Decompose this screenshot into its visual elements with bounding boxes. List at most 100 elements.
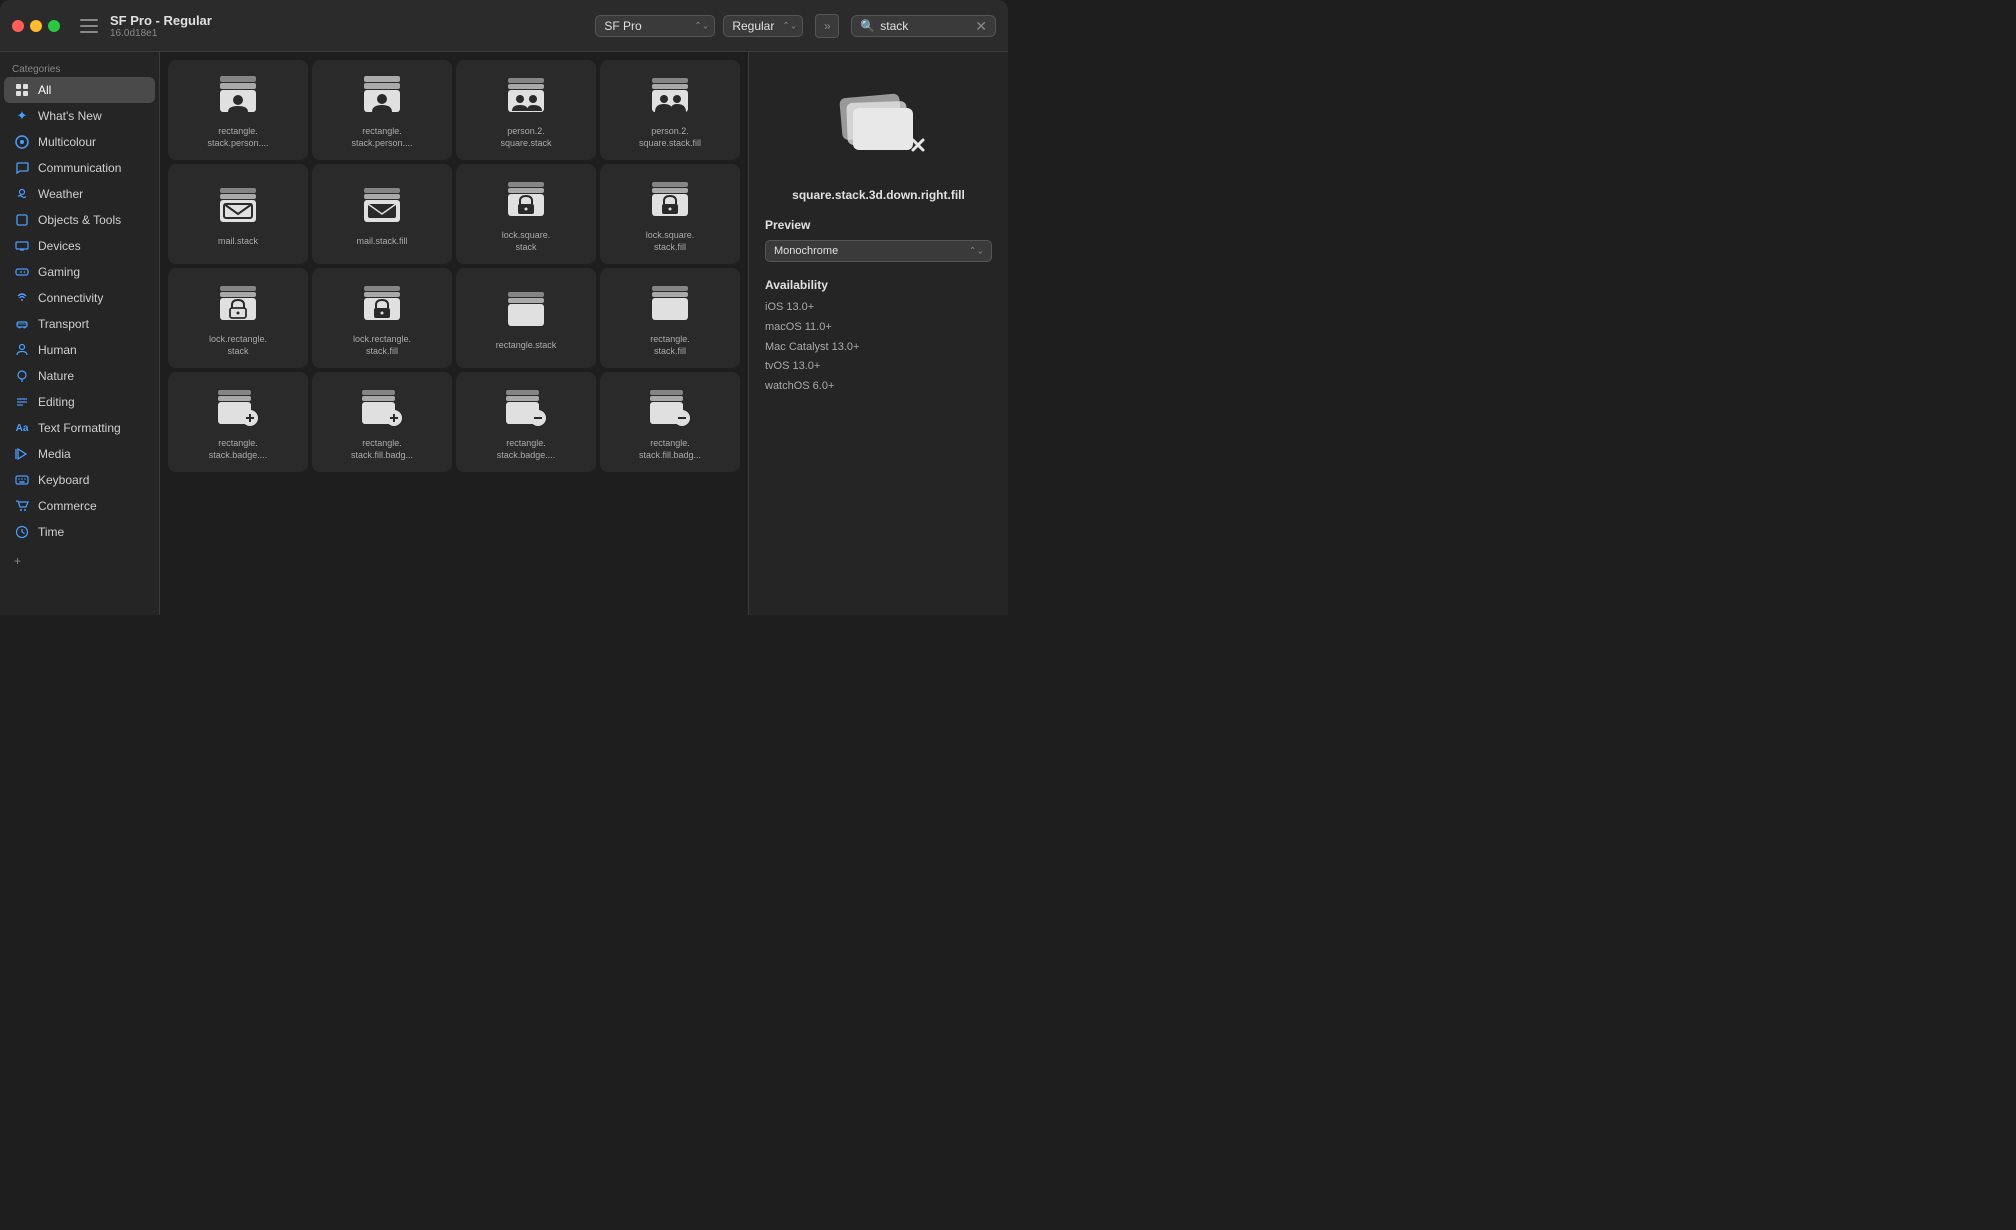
media-icon bbox=[14, 446, 30, 462]
lock-rect-stack-icon bbox=[214, 280, 262, 328]
symbol-cell-rect-stack-badge-minus[interactable]: rectangle.stack.badge.... bbox=[456, 372, 596, 472]
font-style-select[interactable]: Regular bbox=[723, 15, 803, 37]
symbol-cell-rect-stack-person2[interactable]: rectangle.stack.person.... bbox=[312, 60, 452, 160]
symbol-label: rectangle.stack.person.... bbox=[351, 126, 412, 149]
keyboard-icon bbox=[14, 472, 30, 488]
symbol-label: rectangle.stack.fill.badg... bbox=[351, 438, 413, 461]
rect-stack-fill2-icon bbox=[646, 280, 694, 328]
symbol-label: lock.rectangle.stack.fill bbox=[353, 334, 411, 357]
sidebar-item-transport-label: Transport bbox=[38, 317, 89, 331]
titlebar: SF Pro - Regular 16.0d18e1 SF Pro Regula… bbox=[0, 0, 1008, 52]
preview-select-wrapper: Monochrome Hierarchical Palette Multicol… bbox=[765, 240, 992, 262]
sidebar-item-devices[interactable]: Devices bbox=[4, 233, 155, 259]
sidebar-item-whats-new-label: What's New bbox=[38, 109, 102, 123]
symbol-cell-person2-square-stack[interactable]: person.2.square.stack bbox=[456, 60, 596, 160]
sidebar-item-all[interactable]: All bbox=[4, 77, 155, 103]
symbol-cell-mail-stack-fill[interactable]: mail.stack.fill bbox=[312, 164, 452, 264]
sidebar-item-nature[interactable]: Nature bbox=[4, 363, 155, 389]
detail-symbol-name: square.stack.3d.down.right.fill bbox=[765, 188, 992, 202]
fullscreen-button[interactable] bbox=[48, 20, 60, 32]
mail-stack-fill-icon bbox=[358, 182, 406, 230]
symbol-label: rectangle.stack.fill.badg... bbox=[639, 438, 701, 461]
sidebar-item-objects-tools[interactable]: Objects & Tools bbox=[4, 207, 155, 233]
search-icon: 🔍 bbox=[860, 19, 875, 33]
symbol-label: rectangle.stack.fill bbox=[650, 334, 690, 357]
sidebar-item-editing[interactable]: Editing bbox=[4, 389, 155, 415]
close-button[interactable] bbox=[12, 20, 24, 32]
sidebar-item-text-formatting[interactable]: Aa Text Formatting bbox=[4, 415, 155, 441]
symbol-cell-rect-stack-fill2[interactable]: rectangle.stack.fill bbox=[600, 268, 740, 368]
rect-stack-badge-plus-icon bbox=[214, 384, 262, 432]
sidebar-item-time-label: Time bbox=[38, 525, 64, 539]
symbol-cell-lock-square-stack-fill[interactable]: lock.square.stack.fill bbox=[600, 164, 740, 264]
title-section: SF Pro - Regular 16.0d18e1 bbox=[110, 13, 583, 39]
clear-search-button[interactable]: ✕ bbox=[975, 19, 987, 33]
sidebar-item-transport[interactable]: Transport bbox=[4, 311, 155, 337]
symbol-cell-lock-rect-stack-fill[interactable]: lock.rectangle.stack.fill bbox=[312, 268, 452, 368]
sidebar-item-nature-label: Nature bbox=[38, 369, 74, 383]
symbol-label: rectangle.stack.badge.... bbox=[209, 438, 268, 461]
sidebar-item-human[interactable]: Human bbox=[4, 337, 155, 363]
sidebar-item-devices-label: Devices bbox=[38, 239, 81, 253]
sidebar-item-time[interactable]: Time bbox=[4, 519, 155, 545]
sidebar-item-communication[interactable]: Communication bbox=[4, 155, 155, 181]
symbol-label: person.2.square.stack.fill bbox=[639, 126, 701, 149]
sidebar-item-commerce[interactable]: Commerce bbox=[4, 493, 155, 519]
human-icon bbox=[14, 342, 30, 358]
symbol-label: mail.stack bbox=[218, 236, 258, 248]
symbol-label: rectangle.stack bbox=[496, 340, 557, 352]
traffic-lights bbox=[12, 20, 60, 32]
more-button[interactable]: » bbox=[815, 14, 839, 38]
editing-icon bbox=[14, 394, 30, 410]
symbol-cell-lock-square-stack[interactable]: lock.square.stack bbox=[456, 164, 596, 264]
transport-icon bbox=[14, 316, 30, 332]
sidebar-item-whats-new[interactable]: ✦ What's New bbox=[4, 103, 155, 129]
sidebar-toggle-button[interactable] bbox=[80, 19, 98, 33]
availability-catalyst: Mac Catalyst 13.0+ bbox=[765, 338, 992, 358]
availability-ios: iOS 13.0+ bbox=[765, 298, 992, 318]
rect-stack-person1-icon bbox=[214, 72, 262, 120]
all-icon bbox=[14, 82, 30, 98]
minimize-button[interactable] bbox=[30, 20, 42, 32]
time-icon bbox=[14, 524, 30, 540]
add-category-button[interactable]: + bbox=[4, 549, 155, 573]
sidebar-item-weather[interactable]: Weather bbox=[4, 181, 155, 207]
sidebar-item-keyboard[interactable]: Keyboard bbox=[4, 467, 155, 493]
sidebar-item-multicolour[interactable]: Multicolour bbox=[4, 129, 155, 155]
rect-stack-fill-badge-minus-icon bbox=[646, 384, 694, 432]
symbol-cell-rect-stack-person1[interactable]: rectangle.stack.person.... bbox=[168, 60, 308, 160]
search-input[interactable] bbox=[880, 19, 970, 33]
sidebar-item-connectivity-label: Connectivity bbox=[38, 291, 103, 305]
symbol-label: lock.square.stack bbox=[502, 230, 551, 253]
preview-mode-select[interactable]: Monochrome Hierarchical Palette Multicol… bbox=[765, 240, 992, 262]
availability-tvos: tvOS 13.0+ bbox=[765, 357, 992, 377]
person2-square-stack-fill-icon bbox=[646, 72, 694, 120]
gaming-icon bbox=[14, 264, 30, 280]
lock-rect-stack-fill-icon bbox=[358, 280, 406, 328]
detail-panel: square.stack.3d.down.right.fill Preview … bbox=[748, 52, 1008, 615]
add-icon: + bbox=[14, 554, 21, 568]
symbol-cell-rect-stack-badge-plus[interactable]: rectangle.stack.badge.... bbox=[168, 372, 308, 472]
symbol-cell-mail-stack[interactable]: mail.stack bbox=[168, 164, 308, 264]
sidebar-item-media-label: Media bbox=[38, 447, 71, 461]
sidebar-item-multicolour-label: Multicolour bbox=[38, 135, 96, 149]
sidebar-item-human-label: Human bbox=[38, 343, 77, 357]
symbol-cell-lock-rect-stack[interactable]: lock.rectangle.stack bbox=[168, 268, 308, 368]
search-box: 🔍 ✕ bbox=[851, 15, 996, 37]
sidebar-item-media[interactable]: Media bbox=[4, 441, 155, 467]
symbol-cell-person2-square-stack-fill[interactable]: person.2.square.stack.fill bbox=[600, 60, 740, 160]
symbol-cell-rect-stack-fill-badge-minus[interactable]: rectangle.stack.fill.badg... bbox=[600, 372, 740, 472]
sidebar-item-weather-label: Weather bbox=[38, 187, 83, 201]
person2-square-stack-icon bbox=[502, 72, 550, 120]
sidebar-item-all-label: All bbox=[38, 83, 51, 97]
main-content: Categories All ✦ What's New Multicolour bbox=[0, 52, 1008, 615]
sidebar-item-keyboard-label: Keyboard bbox=[38, 473, 89, 487]
symbol-cell-rect-stack2[interactable]: rectangle.stack bbox=[456, 268, 596, 368]
font-version: 16.0d18e1 bbox=[110, 28, 583, 39]
sidebar-item-connectivity[interactable]: Connectivity bbox=[4, 285, 155, 311]
symbol-cell-rect-stack-fill-badge-plus[interactable]: rectangle.stack.fill.badg... bbox=[312, 372, 452, 472]
sidebar-item-editing-label: Editing bbox=[38, 395, 75, 409]
font-family-select[interactable]: SF Pro bbox=[595, 15, 715, 37]
sidebar-item-gaming[interactable]: Gaming bbox=[4, 259, 155, 285]
commerce-icon bbox=[14, 498, 30, 514]
